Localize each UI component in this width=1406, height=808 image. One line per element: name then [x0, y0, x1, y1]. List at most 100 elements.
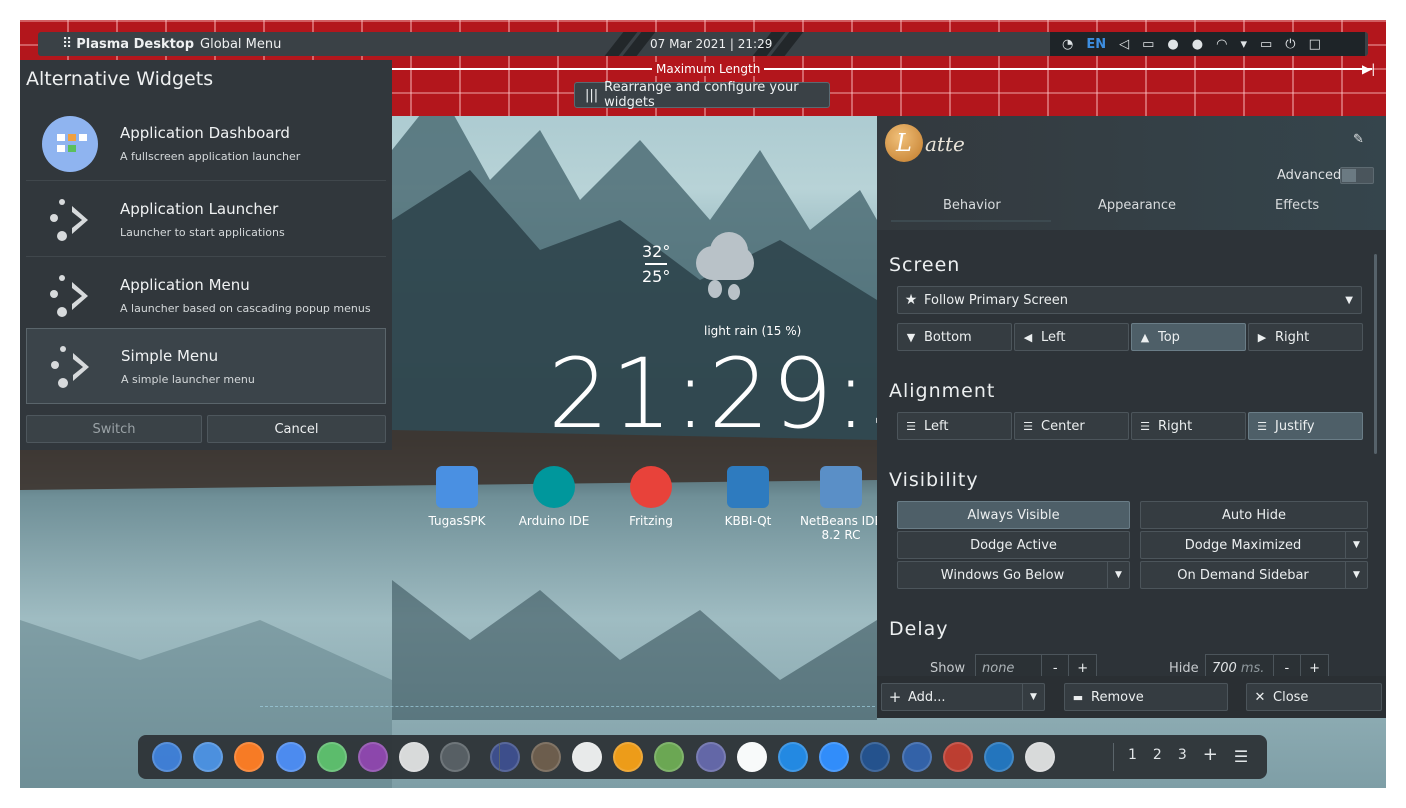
align-left-button[interactable]: ☰ Left: [897, 412, 1012, 440]
mic-icon[interactable]: ●: [1167, 37, 1178, 52]
arrow-down-icon: ▼: [906, 330, 916, 344]
vis-dodge-maximized[interactable]: Dodge Maximized ▼: [1140, 531, 1368, 559]
rearrange-button[interactable]: ||| Rearrange and configure your widgets: [574, 80, 830, 110]
max-length-handle[interactable]: ▶|: [1362, 62, 1375, 76]
edge-bottom-button[interactable]: ▼ Bottom: [897, 323, 1012, 351]
dock-app-vbox-icon[interactable]: [901, 742, 932, 772]
dock-app-firefox-icon[interactable]: [234, 742, 265, 772]
battery-icon[interactable]: ▭: [1260, 37, 1272, 52]
edge-top-button[interactable]: ▲ Top: [1131, 323, 1246, 351]
menu-icon[interactable]: ☰: [1234, 747, 1248, 766]
chevron-down-icon[interactable]: ▾: [1240, 37, 1247, 52]
chevron-down-icon[interactable]: ▼: [1022, 684, 1044, 710]
dock-app-teams-icon[interactable]: [695, 742, 726, 772]
dock-app-monitor-icon[interactable]: [489, 742, 520, 772]
dock-app-zoom-icon[interactable]: [819, 742, 850, 772]
clipboard-icon[interactable]: ▭: [1142, 37, 1154, 52]
advanced-toggle[interactable]: [1340, 167, 1374, 184]
simplemenu-icon: [51, 346, 89, 388]
dock-app-audio-icon[interactable]: [358, 742, 388, 772]
widget-option-simple-menu[interactable]: Simple Menu A simple launcher menu: [26, 328, 386, 404]
show-label: Show: [930, 661, 966, 676]
hide-label: Hide: [1169, 661, 1199, 676]
cancel-button[interactable]: Cancel: [207, 415, 386, 443]
dock-app-toggle-icon[interactable]: [152, 742, 182, 772]
dock-app-game2-icon[interactable]: [942, 742, 973, 772]
tab-effects[interactable]: Effects: [1275, 198, 1319, 213]
panel-launcher[interactable]: ⠿ Plasma Desktop Global Menu: [62, 36, 281, 52]
dock-app-vscode-icon[interactable]: [736, 742, 767, 772]
add-button[interactable]: + Add... ▼: [881, 683, 1045, 711]
advanced-label: Advanced: [1277, 168, 1342, 183]
tab-appearance[interactable]: Appearance: [1098, 198, 1176, 213]
dock-app-teamviewer-icon[interactable]: [778, 742, 808, 772]
desktop-icon-fritzing[interactable]: Fritzing: [606, 466, 696, 528]
desktop-icon-arduino[interactable]: Arduino IDE: [509, 466, 599, 528]
arrow-left-icon: ◀: [1023, 330, 1033, 344]
desktop-2[interactable]: 2: [1153, 747, 1162, 766]
max-length-label: Maximum Length: [652, 62, 765, 76]
align-center-button[interactable]: ☰ Center: [1014, 412, 1129, 440]
temp-divider: [645, 263, 668, 265]
switch-button[interactable]: Switch: [26, 415, 202, 443]
edge-right-button[interactable]: ▶ Right: [1248, 323, 1363, 351]
panel-datetime[interactable]: 07 Mar 2021 | 21:29: [650, 37, 772, 51]
temp-high: 32°: [642, 242, 671, 261]
align-justify-button[interactable]: ☰ Justify: [1248, 412, 1363, 440]
lang-indicator[interactable]: EN: [1086, 37, 1106, 52]
widget-option-launcher[interactable]: Application Launcher Launcher to start a…: [26, 182, 386, 257]
mic2-icon[interactable]: ●: [1192, 37, 1203, 52]
dock-app-translate-icon[interactable]: [860, 742, 891, 772]
vis-windows-go-below[interactable]: Windows Go Below ▼: [897, 561, 1130, 589]
align-right-icon: ☰: [1140, 419, 1150, 433]
volume-icon[interactable]: ◁: [1119, 37, 1129, 52]
align-center-icon: ☰: [1023, 419, 1033, 433]
dock-app-files-icon[interactable]: [193, 742, 224, 772]
screen-select[interactable]: ★ Follow Primary Screen ▼: [897, 286, 1362, 314]
dock-app-player-icon[interactable]: [316, 742, 347, 772]
vis-always-visible[interactable]: Always Visible: [897, 501, 1130, 529]
desktop-icon-netbeans[interactable]: NetBeans IDE 8.2 RC: [796, 466, 886, 542]
dock-app-pdf-icon[interactable]: [613, 742, 644, 772]
dock-app-terminal-icon[interactable]: [440, 742, 471, 772]
power-icon[interactable]: ⏻: [1285, 37, 1295, 52]
close-icon: ✕: [1254, 689, 1266, 705]
chevron-down-icon[interactable]: ▼: [1345, 532, 1367, 558]
tab-behavior[interactable]: Behavior: [943, 198, 1001, 213]
close-button[interactable]: ✕ Close: [1246, 683, 1382, 711]
remove-button[interactable]: ▬ Remove: [1064, 683, 1228, 711]
dock-app-scope-icon[interactable]: [984, 742, 1014, 772]
dock-app-chromium-icon[interactable]: [275, 742, 306, 772]
alternative-widgets-popup: Alternative Widgets Application Dashboar…: [20, 60, 392, 450]
desktop-1[interactable]: 1: [1128, 747, 1137, 766]
chevron-down-icon[interactable]: ▼: [1345, 562, 1367, 588]
dock-app-xorg-icon[interactable]: [1025, 742, 1056, 772]
dock-app-gimp-icon[interactable]: [530, 742, 561, 772]
vis-auto-hide[interactable]: Auto Hide: [1140, 501, 1368, 529]
pin-icon[interactable]: ✎: [1353, 132, 1364, 147]
dock-app-game-icon[interactable]: [654, 742, 685, 772]
help-icon[interactable]: ◔: [1062, 37, 1073, 52]
add-desktop-button[interactable]: +: [1203, 746, 1218, 766]
desktop-icon-tugasspk[interactable]: TugasSPK: [412, 466, 502, 528]
remove-label: Remove: [1091, 689, 1144, 705]
settings-scrollbar[interactable]: [1374, 254, 1377, 454]
vis-dodge-active[interactable]: Dodge Active: [897, 531, 1130, 559]
widget-title: Simple Menu: [121, 347, 219, 365]
align-left-icon: ☰: [906, 419, 916, 433]
wifi-icon[interactable]: ◠: [1216, 37, 1227, 52]
chevron-down-icon[interactable]: ▼: [1107, 562, 1129, 588]
max-length-line[interactable]: [392, 68, 1372, 70]
dock-app-disks-icon[interactable]: [399, 742, 430, 772]
widget-option-menu[interactable]: Application Menu A launcher based on cas…: [26, 258, 386, 333]
align-right-button[interactable]: ☰ Right: [1131, 412, 1246, 440]
dock-app-inkscape-icon[interactable]: [572, 742, 602, 772]
widget-option-dashboard[interactable]: Application Dashboard A fullscreen appli…: [26, 106, 386, 181]
show-desktop-icon[interactable]: □: [1309, 37, 1321, 52]
desktop-3[interactable]: 3: [1178, 747, 1187, 766]
latte-dock: 1 2 3 + ☰: [138, 735, 1267, 779]
desktop-icon-kbbi[interactable]: KBBI-Qt: [703, 466, 793, 528]
edge-left-button[interactable]: ◀ Left: [1014, 323, 1129, 351]
arrow-up-icon: ▲: [1140, 330, 1150, 344]
vis-on-demand-sidebar[interactable]: On Demand Sidebar ▼: [1140, 561, 1368, 589]
